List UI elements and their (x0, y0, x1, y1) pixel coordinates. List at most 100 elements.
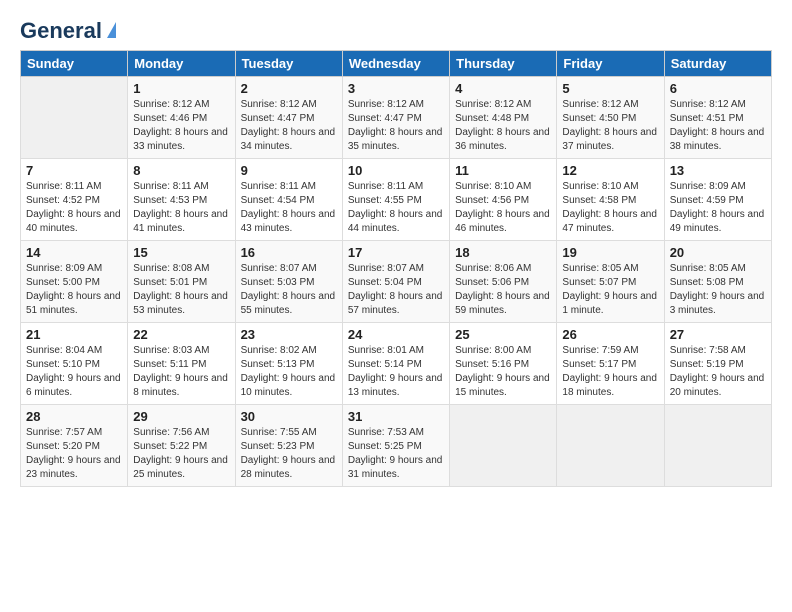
day-info: Sunrise: 8:07 AMSunset: 5:03 PMDaylight:… (241, 262, 337, 318)
day-cell (557, 405, 664, 487)
day-info: Sunrise: 8:07 AMSunset: 5:04 PMDaylight:… (348, 262, 444, 318)
day-info: Sunrise: 8:12 AMSunset: 4:47 PMDaylight:… (348, 98, 444, 154)
day-number: 26 (562, 327, 658, 342)
day-number: 30 (241, 409, 337, 424)
day-info: Sunrise: 8:10 AMSunset: 4:56 PMDaylight:… (455, 180, 551, 236)
day-number: 7 (26, 163, 122, 178)
day-info: Sunrise: 8:12 AMSunset: 4:48 PMDaylight:… (455, 98, 551, 154)
day-info: Sunrise: 7:56 AMSunset: 5:22 PMDaylight:… (133, 426, 229, 482)
day-info: Sunrise: 8:11 AMSunset: 4:54 PMDaylight:… (241, 180, 337, 236)
day-number: 17 (348, 245, 444, 260)
weekday-header-monday: Monday (128, 51, 235, 77)
day-cell: 14 Sunrise: 8:09 AMSunset: 5:00 PMDayligh… (21, 241, 128, 323)
weekday-header-row: SundayMondayTuesdayWednesdayThursdayFrid… (21, 51, 772, 77)
day-cell: 28 Sunrise: 7:57 AMSunset: 5:20 PMDayligh… (21, 405, 128, 487)
day-cell: 24Sunrise: 8:01 AMSunset: 5:14 PMDayligh… (342, 323, 449, 405)
day-cell: 6Sunrise: 8:12 AMSunset: 4:51 PMDaylight… (664, 77, 771, 159)
weekday-header-wednesday: Wednesday (342, 51, 449, 77)
week-row-3: 14 Sunrise: 8:09 AMSunset: 5:00 PMDayligh… (21, 241, 772, 323)
day-number: 3 (348, 81, 444, 96)
day-info: Sunrise: 8:09 AMSunset: 5:00 PMDaylight:… (26, 262, 122, 318)
day-cell: 25 Sunrise: 8:00 AMSunset: 5:16 PMDayligh… (450, 323, 557, 405)
day-number: 28 (26, 409, 122, 424)
day-info: Sunrise: 8:12 AMSunset: 4:50 PMDaylight:… (562, 98, 658, 154)
day-cell: 30 Sunrise: 7:55 AMSunset: 5:23 PMDayligh… (235, 405, 342, 487)
day-cell: 21Sunrise: 8:04 AMSunset: 5:10 PMDayligh… (21, 323, 128, 405)
day-info: Sunrise: 8:03 AMSunset: 5:11 PMDaylight:… (133, 344, 229, 400)
day-cell: 4Sunrise: 8:12 AMSunset: 4:48 PMDaylight… (450, 77, 557, 159)
day-info: Sunrise: 8:01 AMSunset: 5:14 PMDaylight:… (348, 344, 444, 400)
day-cell (21, 77, 128, 159)
day-number: 10 (348, 163, 444, 178)
day-cell: 19 Sunrise: 8:05 AMSunset: 5:07 PMDayligh… (557, 241, 664, 323)
logo: General (20, 18, 116, 40)
day-number: 20 (670, 245, 766, 260)
logo-icon (107, 22, 116, 38)
day-number: 23 (241, 327, 337, 342)
day-number: 18 (455, 245, 551, 260)
day-info: Sunrise: 7:57 AMSunset: 5:20 PMDaylight:… (26, 426, 122, 482)
day-number: 1 (133, 81, 229, 96)
day-info: Sunrise: 8:10 AMSunset: 4:58 PMDaylight:… (562, 180, 658, 236)
day-number: 25 (455, 327, 551, 342)
week-row-5: 28 Sunrise: 7:57 AMSunset: 5:20 PMDayligh… (21, 405, 772, 487)
day-number: 12 (562, 163, 658, 178)
day-cell: 17 Sunrise: 8:07 AMSunset: 5:04 PMDayligh… (342, 241, 449, 323)
day-cell (664, 405, 771, 487)
logo-general: General (20, 18, 102, 44)
weekday-header-saturday: Saturday (664, 51, 771, 77)
page-container: General SundayMondayTuesdayWednesdayThur… (0, 0, 792, 497)
calendar-table: SundayMondayTuesdayWednesdayThursdayFrid… (20, 50, 772, 487)
day-number: 15 (133, 245, 229, 260)
day-info: Sunrise: 7:59 AMSunset: 5:17 PMDaylight:… (562, 344, 658, 400)
day-info: Sunrise: 8:08 AMSunset: 5:01 PMDaylight:… (133, 262, 229, 318)
day-cell: 12 Sunrise: 8:10 AMSunset: 4:58 PMDayligh… (557, 159, 664, 241)
day-cell: 8 Sunrise: 8:11 AMSunset: 4:53 PMDaylight… (128, 159, 235, 241)
day-info: Sunrise: 8:02 AMSunset: 5:13 PMDaylight:… (241, 344, 337, 400)
day-cell: 2 Sunrise: 8:12 AMSunset: 4:47 PMDaylight… (235, 77, 342, 159)
day-number: 11 (455, 163, 551, 178)
day-cell: 29Sunrise: 7:56 AMSunset: 5:22 PMDayligh… (128, 405, 235, 487)
day-cell: 10 Sunrise: 8:11 AMSunset: 4:55 PMDayligh… (342, 159, 449, 241)
day-cell: 26 Sunrise: 7:59 AMSunset: 5:17 PMDayligh… (557, 323, 664, 405)
day-number: 19 (562, 245, 658, 260)
day-info: Sunrise: 8:11 AMSunset: 4:52 PMDaylight:… (26, 180, 122, 236)
day-info: Sunrise: 7:53 AMSunset: 5:25 PMDaylight:… (348, 426, 444, 482)
day-cell: 5 Sunrise: 8:12 AMSunset: 4:50 PMDaylight… (557, 77, 664, 159)
day-number: 16 (241, 245, 337, 260)
day-cell: 15 Sunrise: 8:08 AMSunset: 5:01 PMDayligh… (128, 241, 235, 323)
weekday-header-thursday: Thursday (450, 51, 557, 77)
day-cell (450, 405, 557, 487)
day-number: 2 (241, 81, 337, 96)
day-info: Sunrise: 7:55 AMSunset: 5:23 PMDaylight:… (241, 426, 337, 482)
week-row-2: 7 Sunrise: 8:11 AMSunset: 4:52 PMDaylight… (21, 159, 772, 241)
week-row-4: 21Sunrise: 8:04 AMSunset: 5:10 PMDayligh… (21, 323, 772, 405)
day-number: 31 (348, 409, 444, 424)
header: General (20, 18, 772, 40)
day-info: Sunrise: 8:11 AMSunset: 4:55 PMDaylight:… (348, 180, 444, 236)
day-info: Sunrise: 8:05 AMSunset: 5:08 PMDaylight:… (670, 262, 766, 318)
day-info: Sunrise: 8:11 AMSunset: 4:53 PMDaylight:… (133, 180, 229, 236)
day-number: 5 (562, 81, 658, 96)
day-number: 27 (670, 327, 766, 342)
day-cell: 27 Sunrise: 7:58 AMSunset: 5:19 PMDayligh… (664, 323, 771, 405)
day-info: Sunrise: 8:00 AMSunset: 5:16 PMDaylight:… (455, 344, 551, 400)
day-cell: 16 Sunrise: 8:07 AMSunset: 5:03 PMDayligh… (235, 241, 342, 323)
day-number: 14 (26, 245, 122, 260)
weekday-header-sunday: Sunday (21, 51, 128, 77)
day-cell: 23 Sunrise: 8:02 AMSunset: 5:13 PMDayligh… (235, 323, 342, 405)
day-info: Sunrise: 8:12 AMSunset: 4:46 PMDaylight:… (133, 98, 229, 154)
day-number: 8 (133, 163, 229, 178)
week-row-1: 1 Sunrise: 8:12 AMSunset: 4:46 PMDaylight… (21, 77, 772, 159)
day-cell: 7 Sunrise: 8:11 AMSunset: 4:52 PMDaylight… (21, 159, 128, 241)
day-info: Sunrise: 8:12 AMSunset: 4:51 PMDaylight:… (670, 98, 766, 154)
day-info: Sunrise: 8:12 AMSunset: 4:47 PMDaylight:… (241, 98, 337, 154)
day-cell: 31 Sunrise: 7:53 AMSunset: 5:25 PMDayligh… (342, 405, 449, 487)
weekday-header-tuesday: Tuesday (235, 51, 342, 77)
day-number: 13 (670, 163, 766, 178)
day-cell: 13Sunrise: 8:09 AMSunset: 4:59 PMDayligh… (664, 159, 771, 241)
day-cell: 22Sunrise: 8:03 AMSunset: 5:11 PMDayligh… (128, 323, 235, 405)
day-cell: 3 Sunrise: 8:12 AMSunset: 4:47 PMDaylight… (342, 77, 449, 159)
day-info: Sunrise: 7:58 AMSunset: 5:19 PMDaylight:… (670, 344, 766, 400)
day-info: Sunrise: 8:05 AMSunset: 5:07 PMDaylight:… (562, 262, 658, 318)
